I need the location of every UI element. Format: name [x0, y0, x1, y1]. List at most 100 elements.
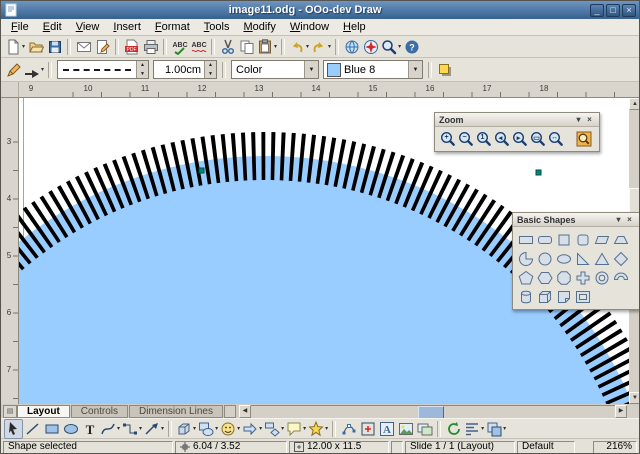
- connector-button[interactable]: ▾: [121, 419, 143, 439]
- line-width-spinner[interactable]: ▲▼: [204, 61, 216, 78]
- open-button[interactable]: [26, 37, 45, 57]
- copy-button[interactable]: [237, 37, 256, 57]
- fontwork-button[interactable]: A: [377, 419, 396, 439]
- shape-cube-button[interactable]: [535, 287, 554, 306]
- scroll-right-button[interactable]: ▶: [615, 405, 627, 418]
- shape-pentagon-button[interactable]: [516, 268, 535, 287]
- dropdown-arrow-icon[interactable]: ▾: [215, 425, 218, 432]
- shape-cylinder-button[interactable]: [516, 287, 535, 306]
- rotate-button[interactable]: [444, 419, 463, 439]
- flowcharts-button[interactable]: ▾: [263, 419, 285, 439]
- dropdown-arrow-icon[interactable]: ▾: [281, 425, 284, 432]
- line-button[interactable]: [23, 419, 42, 439]
- shape-square-button[interactable]: [554, 230, 573, 249]
- fill-color-value[interactable]: Blue 8: [344, 64, 408, 76]
- shape-diamond-button[interactable]: [611, 249, 630, 268]
- palette-close-button[interactable]: ×: [584, 115, 595, 124]
- shape-frame-button[interactable]: [573, 287, 592, 306]
- stars-button[interactable]: ▾: [307, 419, 329, 439]
- dropdown-arrow-icon[interactable]: ▾: [398, 43, 401, 50]
- menu-modify[interactable]: Modify: [236, 20, 282, 34]
- shape-cross-button[interactable]: [573, 268, 592, 287]
- maximize-button[interactable]: □: [606, 4, 620, 17]
- menu-edit[interactable]: Edit: [36, 20, 69, 34]
- hyperlink-button[interactable]: [342, 37, 361, 57]
- cut-button[interactable]: [218, 37, 237, 57]
- text-button[interactable]: T: [80, 419, 99, 439]
- dropdown-arrow-icon[interactable]: ▾: [117, 425, 120, 432]
- dropdown-arrow-icon[interactable]: ▾: [237, 425, 240, 432]
- object-size-cell[interactable]: 12.00 x 11.5: [289, 441, 389, 454]
- palette-menu-button[interactable]: ▾: [613, 215, 624, 224]
- dropdown-arrow-icon[interactable]: ▾: [274, 43, 277, 50]
- dropdown-arrow-icon[interactable]: ▾: [22, 43, 25, 50]
- title-bar[interactable]: image11.odg - OOo-dev Draw _ □ ×: [1, 1, 639, 19]
- lines-arrows-button[interactable]: ▾: [143, 419, 165, 439]
- edit-file-button[interactable]: [93, 37, 112, 57]
- chevron-down-icon[interactable]: ▼: [304, 61, 318, 78]
- dropdown-arrow-icon[interactable]: ▾: [303, 425, 306, 432]
- shadow-button[interactable]: [435, 60, 454, 80]
- palette-close-button[interactable]: ×: [624, 215, 635, 224]
- fill-color-combo[interactable]: Blue 8 ▼: [323, 60, 423, 79]
- auto-spellcheck-button[interactable]: ABC: [189, 37, 208, 57]
- menu-help[interactable]: Help: [336, 20, 373, 34]
- print-button[interactable]: [141, 37, 160, 57]
- shape-octagon-button[interactable]: [554, 268, 573, 287]
- curve-button[interactable]: ▾: [99, 419, 121, 439]
- spellcheck-button[interactable]: ABC: [170, 37, 189, 57]
- line-style-combo[interactable]: ▲▼: [57, 60, 149, 79]
- fill-style-value[interactable]: Color: [232, 64, 304, 76]
- arrange-button[interactable]: ▾: [485, 419, 507, 439]
- selection-handle[interactable]: [199, 168, 204, 173]
- slide-info-cell[interactable]: Slide 1 / 1 (Layout): [405, 441, 515, 454]
- scroll-left-button[interactable]: ◀: [239, 405, 251, 418]
- menu-format[interactable]: Format: [148, 20, 197, 34]
- layer-tab-layout[interactable]: Layout: [17, 405, 70, 418]
- redo-button[interactable]: ▾: [310, 37, 332, 57]
- zoom-palette-titlebar[interactable]: Zoom ▾ ×: [435, 113, 599, 127]
- dropdown-arrow-icon[interactable]: ▾: [41, 66, 44, 73]
- arrow-style-button[interactable]: ▾: [23, 60, 45, 80]
- dropdown-arrow-icon[interactable]: ▾: [193, 425, 196, 432]
- menu-file[interactable]: File: [4, 20, 36, 34]
- shape-rectangle-button[interactable]: [516, 230, 535, 249]
- shape-parallelogram-button[interactable]: [592, 230, 611, 249]
- zoom-object-button[interactable]: [575, 130, 593, 148]
- shape-circle-pie-button[interactable]: [516, 249, 535, 268]
- dropdown-arrow-icon[interactable]: ▾: [328, 43, 331, 50]
- zoom-page-button[interactable]: ▭: [529, 130, 547, 148]
- layer-tab-dimension-lines[interactable]: Dimension Lines: [129, 405, 223, 418]
- chevron-down-icon[interactable]: ▼: [408, 61, 422, 78]
- dropdown-arrow-icon[interactable]: ▾: [325, 425, 328, 432]
- from-file-button[interactable]: [396, 419, 415, 439]
- shape-rounded-rectangle-button[interactable]: [535, 230, 554, 249]
- minimize-button[interactable]: _: [590, 4, 604, 17]
- menu-insert[interactable]: Insert: [106, 20, 148, 34]
- symbol-shapes-button[interactable]: ▾: [219, 419, 241, 439]
- zoom-out-button[interactable]: −: [457, 130, 475, 148]
- shape-trapezoid-button[interactable]: [611, 230, 630, 249]
- dropdown-arrow-icon[interactable]: ▾: [306, 43, 309, 50]
- shape-rounded-square-button[interactable]: [573, 230, 592, 249]
- layer-nav-button[interactable]: ▤: [3, 405, 17, 418]
- vertical-ruler[interactable]: 34567: [1, 98, 19, 404]
- dropdown-arrow-icon[interactable]: ▾: [481, 425, 484, 432]
- shape-folded-corner-button[interactable]: [554, 287, 573, 306]
- menu-view[interactable]: View: [69, 20, 107, 34]
- line-width-value[interactable]: 1.00cm: [154, 64, 204, 76]
- ellipse-button[interactable]: [61, 419, 80, 439]
- horizontal-ruler[interactable]: 9101112131415161718: [19, 82, 629, 98]
- zoom-100-button[interactable]: 1: [475, 130, 493, 148]
- line-width-spinbox[interactable]: 1.00cm ▲▼: [153, 60, 217, 79]
- menu-window[interactable]: Window: [283, 20, 336, 34]
- undo-button[interactable]: ▾: [288, 37, 310, 57]
- styles-button[interactable]: [4, 60, 23, 80]
- scroll-up-button[interactable]: ▲: [629, 98, 640, 110]
- callouts-button[interactable]: ▾: [285, 419, 307, 439]
- cursor-position-cell[interactable]: 6.04 / 3.52: [175, 441, 287, 454]
- rectangle-button[interactable]: [42, 419, 61, 439]
- horizontal-scrollbar[interactable]: ◀ ▶: [239, 405, 627, 418]
- shape-ring-button[interactable]: [592, 268, 611, 287]
- shape-hexagon-button[interactable]: [535, 268, 554, 287]
